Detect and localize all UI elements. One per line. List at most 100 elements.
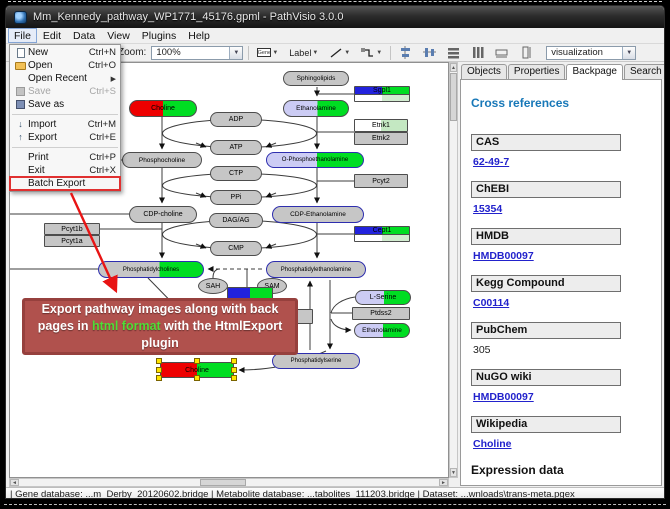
selection-handle[interactable] <box>156 358 162 364</box>
node-o-phosphoethanolamine[interactable]: O-Phosphoethanolamine <box>266 152 364 168</box>
node-pcyt2[interactable]: Pcyt2 <box>354 174 408 188</box>
node-cdp-ethanolamine[interactable]: CDP-Ethanolamine <box>272 206 364 223</box>
xref-link-choline[interactable]: Choline <box>473 438 512 450</box>
toolbar-separator <box>390 46 391 60</box>
label-tool-button[interactable]: Label ▼ <box>286 45 321 60</box>
zoom-combobox[interactable]: 100% ▼ <box>151 46 243 60</box>
import-glyph: ↓ <box>18 120 23 129</box>
file-menu-item-import[interactable]: ↓ ImportCtrl+M <box>10 118 120 131</box>
node-sphingolipids[interactable]: Sphingolipids <box>283 71 349 86</box>
node-ethanolamine[interactable]: Ethanolamine <box>354 323 410 338</box>
file-menu-item-label: Batch Export <box>28 178 116 189</box>
dropdown-arrow-icon[interactable]: ▼ <box>312 50 318 56</box>
datanode-tool-button[interactable]: Gene ▼ <box>254 45 281 60</box>
connector-tool-button[interactable]: ▼ <box>358 45 385 60</box>
gene-node-icon: Gene <box>257 48 271 57</box>
distribute-horizontal-button[interactable] <box>444 45 463 60</box>
file-menu-item-exit[interactable]: ExitCtrl+X <box>10 164 120 177</box>
common-height-button[interactable] <box>516 45 535 60</box>
vertical-scroll-thumb[interactable] <box>450 73 457 121</box>
scroll-right-arrow-icon[interactable]: ► <box>439 479 448 486</box>
file-menu-item-save: SaveCtrl+S <box>10 85 120 98</box>
file-menu-item-batch-export[interactable]: Batch Export <box>10 177 120 190</box>
menu-item-help[interactable]: Help <box>182 28 216 43</box>
node-cept1[interactable]: Cept1 <box>354 226 410 242</box>
node-choline[interactable]: Choline <box>129 100 197 117</box>
file-menu-item-open[interactable]: OpenCtrl+O <box>10 59 120 72</box>
node-ctp[interactable]: CTP <box>210 166 262 181</box>
node-cmp[interactable]: CMP <box>210 241 262 256</box>
node-sah[interactable]: SAH <box>198 278 228 294</box>
menu-item-view[interactable]: View <box>101 28 136 43</box>
vertical-scrollbar[interactable]: ▲ ▼ <box>449 62 458 478</box>
xref-source-pubchem: PubChem <box>471 322 621 339</box>
selection-handle[interactable] <box>231 367 237 373</box>
file-menu-item-new[interactable]: NewCtrl+N <box>10 46 120 59</box>
node-etnk2[interactable]: Etnk2 <box>354 132 408 145</box>
xref-link-hmdb00097[interactable]: HMDB00097 <box>473 250 534 262</box>
selection-handle[interactable] <box>156 367 162 373</box>
tab-properties[interactable]: Properties <box>508 64 566 79</box>
selection-handle[interactable] <box>194 358 200 364</box>
dropdown-arrow-icon[interactable]: ▼ <box>376 50 382 56</box>
node-etnk1[interactable]: Etnk1 <box>354 119 408 132</box>
xref-link-15354[interactable]: 15354 <box>473 203 502 215</box>
file-menu-item-print[interactable]: PrintCtrl+P <box>10 151 120 164</box>
visualization-dropdown-arrow-icon[interactable]: ▼ <box>622 47 635 59</box>
align-center-x-button[interactable] <box>396 45 415 60</box>
open-folder-icon <box>13 62 28 70</box>
node-dag-ag[interactable]: DAG/AG <box>209 213 263 228</box>
tab-backpage[interactable]: Backpage <box>566 64 622 80</box>
file-menu-item-label: Export <box>28 132 89 143</box>
node-ptdss2[interactable]: Ptdss2 <box>352 307 410 320</box>
distribute-vertical-button[interactable] <box>468 45 487 60</box>
node-cdp-choline[interactable]: CDP-choline <box>129 206 197 223</box>
menu-item-file[interactable]: File <box>8 28 37 43</box>
node-adp[interactable]: ADP <box>210 112 262 127</box>
xref-link-c00114[interactable]: C00114 <box>473 297 509 309</box>
menu-item-plugins[interactable]: Plugins <box>136 28 182 43</box>
tab-objects[interactable]: Objects <box>461 64 507 79</box>
dropdown-arrow-icon[interactable]: ▼ <box>272 50 278 56</box>
xref-source-cas: CAS <box>471 134 621 151</box>
file-menu-item-export[interactable]: ↑ExportCtrl+E <box>10 131 120 144</box>
title-bar[interactable]: Mm_Kennedy_pathway_WP1771_45176.gpml - P… <box>6 6 664 28</box>
selection-handle[interactable] <box>231 375 237 381</box>
node-atp[interactable]: ATP <box>210 140 262 155</box>
node-pcyt1a[interactable]: Pcyt1a <box>44 235 100 247</box>
menu-item-data[interactable]: Data <box>67 28 101 43</box>
xref-link-hmdb00097[interactable]: HMDB00097 <box>473 391 534 403</box>
dropdown-arrow-icon[interactable]: ▼ <box>344 50 350 56</box>
node-ppi[interactable]: PPi <box>210 190 262 205</box>
node-phosphatidylethanolamine[interactable]: Phosphatidylethanolamine <box>266 261 366 278</box>
zoom-dropdown-arrow-icon[interactable]: ▼ <box>229 47 242 59</box>
node-phosphatidylcholines[interactable]: Phosphatidylcholines <box>98 261 204 278</box>
tab-search[interactable]: Search <box>624 64 665 79</box>
scroll-up-arrow-icon[interactable]: ▲ <box>450 63 457 72</box>
node-ethanolamine[interactable]: Ethanolamine <box>283 100 349 117</box>
menu-item-edit[interactable]: Edit <box>37 28 67 43</box>
file-menu-item-open-recent[interactable]: Open Recent▶ <box>10 72 120 85</box>
node-phosphocholine[interactable]: Phosphocholine <box>122 152 202 168</box>
file-menu-item-label: Import <box>28 119 88 130</box>
horizontal-scrollbar[interactable]: ◄ ► <box>9 478 449 487</box>
scroll-down-arrow-icon[interactable]: ▼ <box>450 468 457 477</box>
node-phosphatidylserine[interactable]: Phosphatidylserine <box>272 353 360 369</box>
selection-handle[interactable] <box>156 375 162 381</box>
xref-link-62-49-7[interactable]: 62-49-7 <box>473 156 509 168</box>
file-menu-item-save-as[interactable]: Save as <box>10 98 120 111</box>
horizontal-scroll-thumb[interactable] <box>200 479 246 486</box>
shortcut-label: Ctrl+M <box>88 119 116 130</box>
node-sgpl1[interactable]: Sgpl1 <box>354 86 410 102</box>
selection-handle[interactable] <box>194 375 200 381</box>
node-l-serine[interactable]: L-Serine <box>355 290 411 305</box>
common-width-button[interactable] <box>492 45 511 60</box>
scroll-left-arrow-icon[interactable]: ◄ <box>10 479 19 486</box>
align-center-y-button[interactable] <box>420 45 439 60</box>
distribute-horizontal-icon <box>447 46 460 59</box>
node-pcyt1b[interactable]: Pcyt1b <box>44 223 100 235</box>
visualization-combobox[interactable]: visualization ▼ <box>546 46 636 60</box>
line-tool-button[interactable]: ▼ <box>326 45 353 60</box>
selection-handle[interactable] <box>231 358 237 364</box>
line-icon <box>329 47 343 59</box>
